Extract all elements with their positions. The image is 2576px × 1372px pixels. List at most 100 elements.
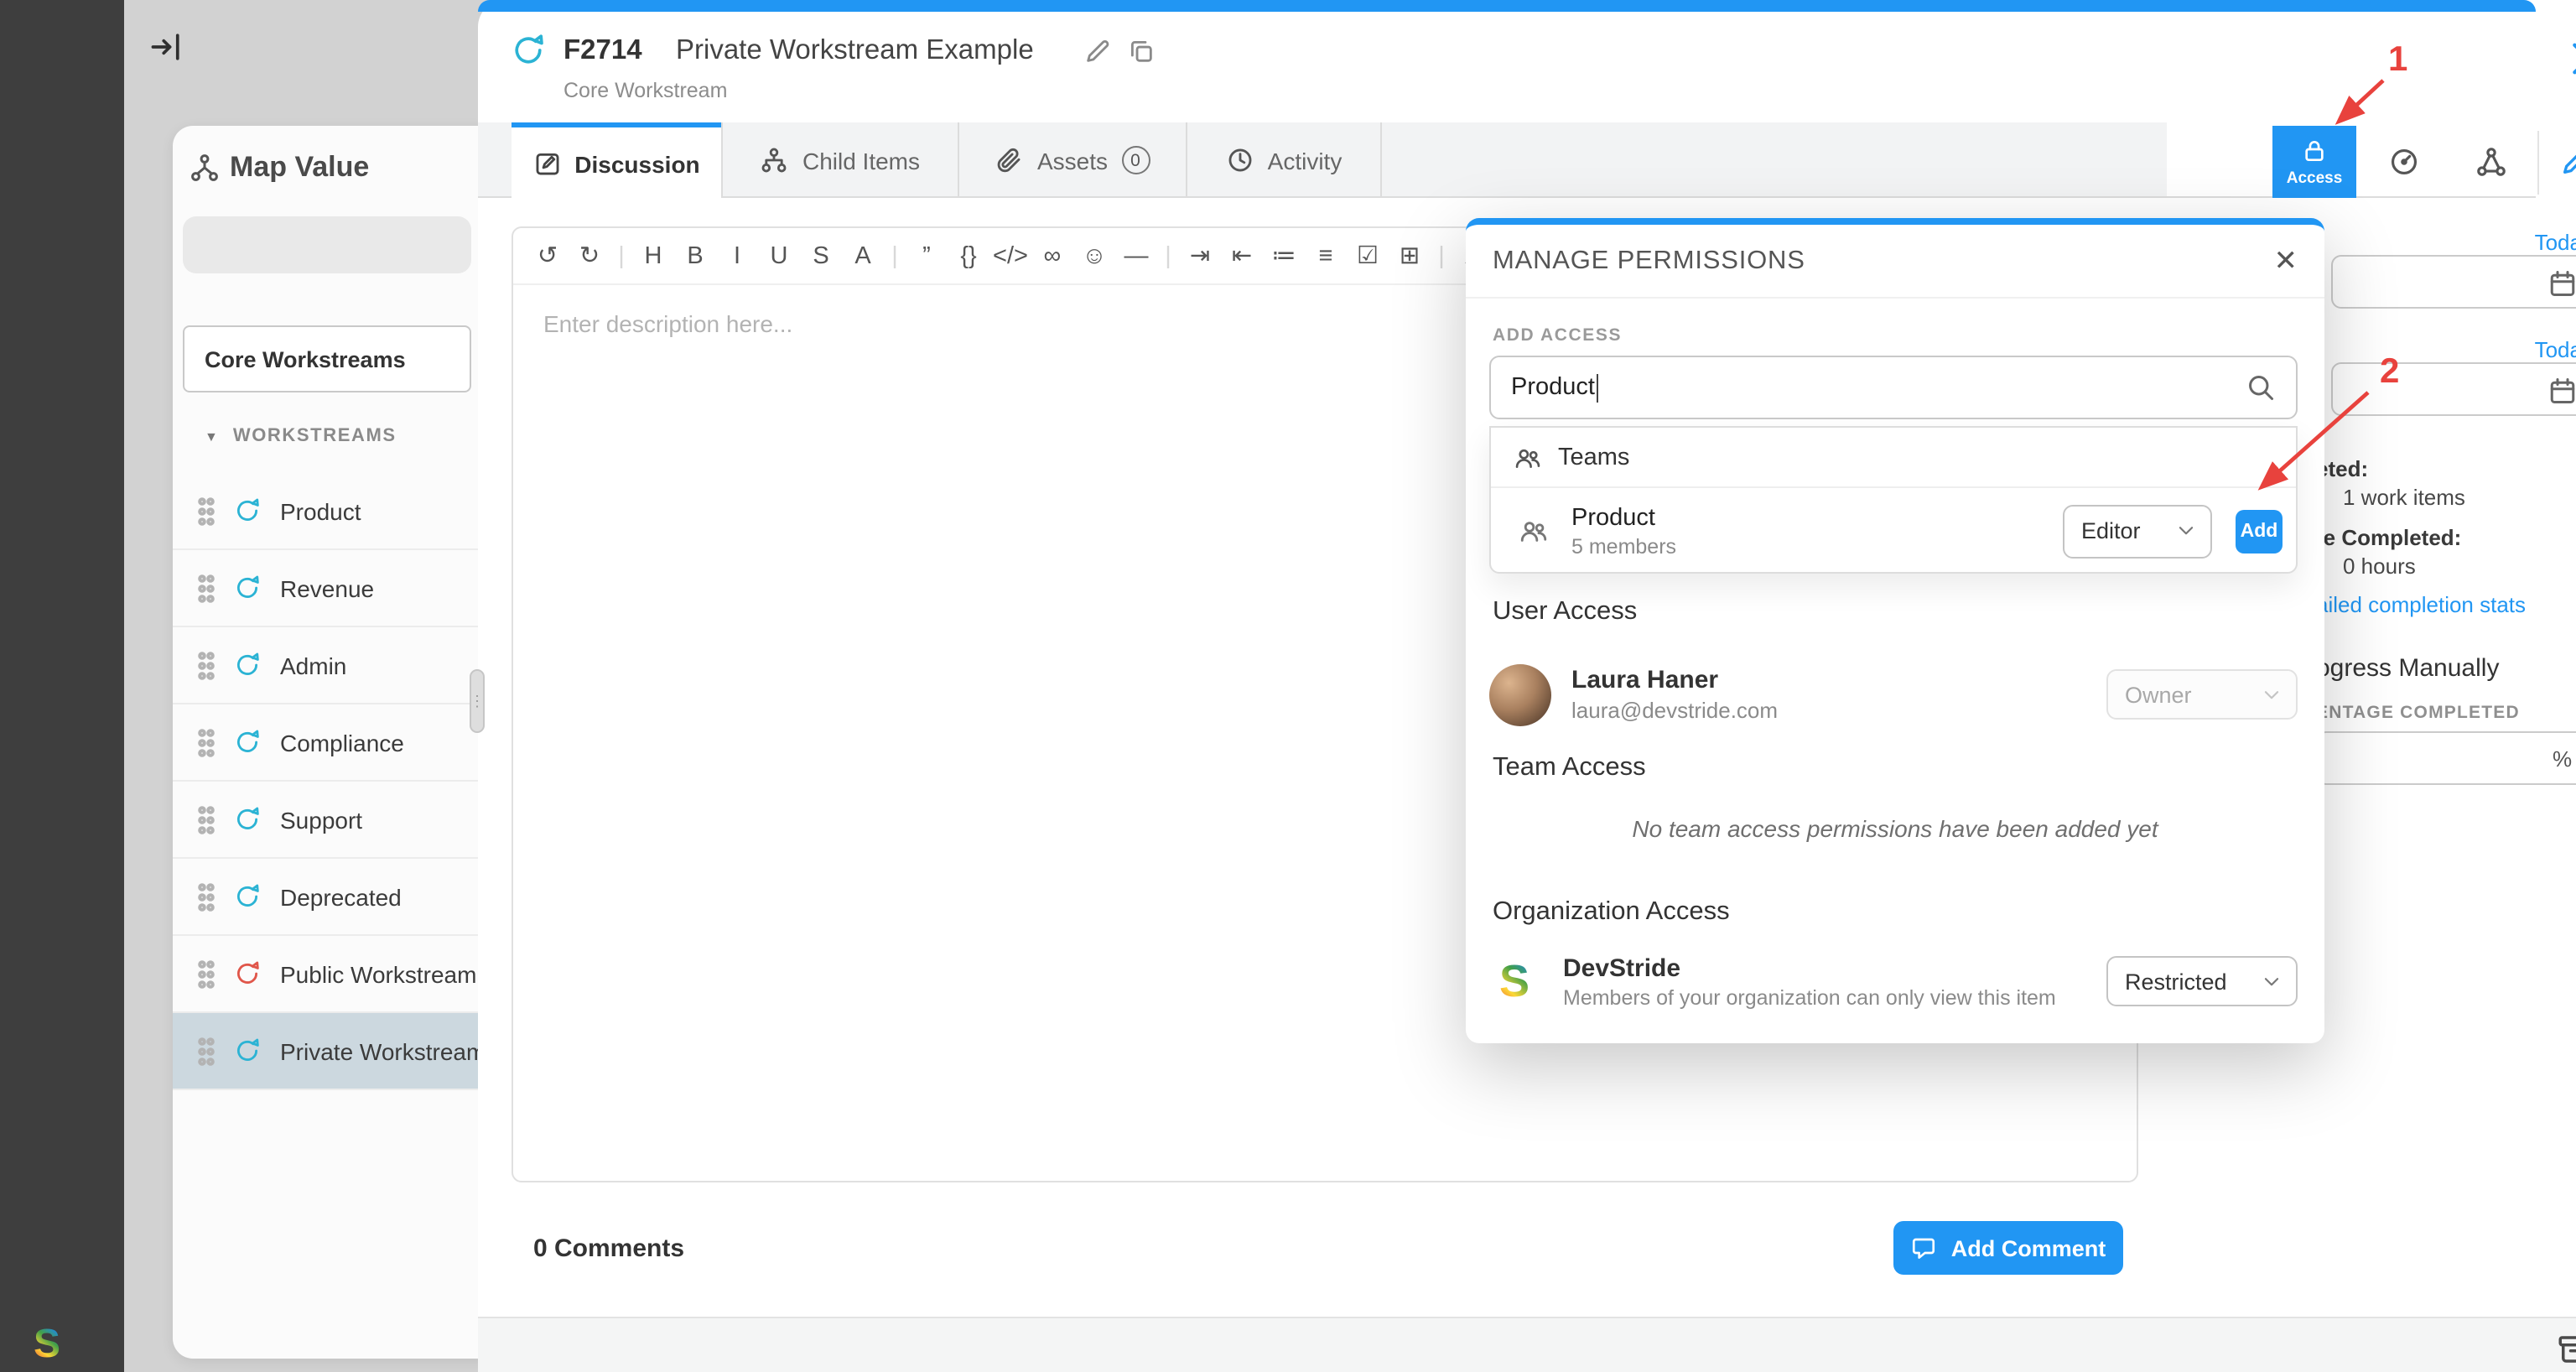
toolbar-icon[interactable]: {} — [948, 227, 989, 284]
date-input-1[interactable] — [2331, 255, 2576, 309]
comments-count: 0 Comments — [533, 1234, 684, 1263]
toolbar-icon[interactable]: A — [842, 227, 884, 284]
text-cursor — [1597, 373, 1599, 402]
calendar-icon[interactable] — [2547, 268, 2576, 299]
workstream-icon — [233, 496, 262, 525]
date-input-2[interactable] — [2331, 362, 2576, 416]
toolbar-icon[interactable]: ∞ — [1031, 227, 1073, 284]
workstream-item[interactable]: Compliance — [173, 704, 500, 782]
edit-mode-button[interactable] — [2559, 144, 2576, 178]
toolbar-icon[interactable]: H — [632, 227, 674, 284]
drag-handle-icon[interactable] — [198, 727, 215, 757]
collapse-caret-icon: ▼ — [205, 429, 218, 444]
add-team-button[interactable]: Add — [2236, 509, 2283, 553]
progress-gauge-button[interactable] — [2361, 126, 2445, 198]
toolbar-icon[interactable]: | — [1157, 227, 1179, 284]
toolbar-icon[interactable]: ↺ — [527, 227, 569, 284]
hierarchy-icon — [761, 146, 789, 174]
workstream-item[interactable]: Support — [173, 782, 500, 859]
workstream-item[interactable]: Public Workstream — [173, 936, 500, 1013]
tab-child-items[interactable]: Child Items — [723, 122, 958, 198]
set-today-link-1[interactable]: Today — [2472, 230, 2576, 255]
toolbar-icon[interactable]: ↻ — [569, 227, 610, 284]
workstream-label: Public Workstream — [280, 960, 476, 987]
item-type-icon — [510, 32, 547, 69]
toolbar-icon[interactable]: | — [610, 227, 632, 284]
toolbar-icon[interactable]: S — [800, 227, 842, 284]
item-code: F2714 — [564, 35, 642, 67]
people-icon — [1514, 444, 1541, 470]
toolbar-icon[interactable]: | — [884, 227, 906, 284]
toolbar-icon[interactable]: — — [1115, 227, 1157, 284]
workstream-label: Deprecated — [280, 883, 402, 910]
workstream-label: Admin — [280, 652, 346, 678]
access-button-label: Access — [2287, 169, 2343, 187]
toolbar-icon[interactable]: ⇤ — [1221, 227, 1263, 284]
toolbar-icon[interactable]: ⇥ — [1179, 227, 1221, 284]
lock-icon — [2301, 137, 2328, 164]
toolbar-icon[interactable]: </> — [989, 227, 1031, 284]
tab-assets[interactable]: Assets 0 — [959, 122, 1186, 198]
workstream-item[interactable]: Admin — [173, 627, 500, 704]
add-comment-button[interactable]: Add Comment — [1893, 1221, 2123, 1275]
tab-divider — [1380, 122, 1382, 198]
toolbar-divider — [2537, 131, 2539, 195]
sidebar-search-input[interactable] — [183, 216, 471, 273]
team-result-row[interactable]: Product 5 members Editor Add — [1491, 488, 2296, 574]
workstream-item[interactable]: Private Workstream — [173, 1013, 500, 1090]
close-button[interactable]: ✕ — [2274, 244, 2298, 278]
chevron-right-icon — [2559, 37, 2576, 81]
toolbar-icon[interactable]: I — [716, 227, 758, 284]
map-value-panel: Map Value Core Workstreams ▼ WORKSTREAMS… — [173, 126, 500, 1359]
workstreams-section-header[interactable]: ▼ WORKSTREAMS — [183, 411, 485, 461]
drag-handle-icon[interactable] — [198, 496, 215, 526]
workstream-item[interactable]: Revenue — [173, 550, 500, 627]
set-today-link-2[interactable]: Today — [2472, 337, 2576, 362]
chevron-down-icon — [2261, 970, 2283, 992]
completion-stats-link-fragment[interactable]: ailed completion stats — [2316, 592, 2526, 617]
user-role-value: Owner — [2125, 682, 2192, 707]
tab-activity[interactable]: Activity — [1187, 122, 1380, 198]
left-rail: S — [0, 0, 124, 1372]
toolbar-icon[interactable]: ≡ — [1305, 227, 1347, 284]
expand-right-panel-button[interactable] — [2559, 37, 2576, 81]
drag-handle-icon[interactable] — [198, 959, 215, 989]
workstream-group-box[interactable]: Core Workstreams — [183, 325, 471, 392]
drag-handle-icon[interactable] — [198, 804, 215, 834]
network-icon — [2475, 146, 2506, 178]
devstride-logo: S — [1489, 959, 1540, 1004]
copy-item-button[interactable] — [1127, 37, 1156, 65]
copy-icon — [1127, 37, 1156, 65]
organization-role-select[interactable]: Restricted — [2106, 956, 2298, 1006]
drag-handle-icon[interactable] — [198, 650, 215, 680]
toolbar-icon[interactable]: | — [1431, 227, 1452, 284]
relationships-button[interactable] — [2449, 126, 2532, 198]
panel-resize-handle[interactable]: ⋮ — [470, 669, 485, 733]
workstream-label: Compliance — [280, 729, 404, 756]
toolbar-icon[interactable]: ☺ — [1073, 227, 1115, 284]
drag-handle-icon[interactable] — [198, 573, 215, 603]
access-search-input[interactable]: Product — [1489, 356, 2298, 419]
toolbar-icon[interactable]: ⊞ — [1389, 227, 1431, 284]
team-access-empty-text: No team access permissions have been add… — [1466, 815, 2324, 842]
sidebar-expand-button[interactable] — [148, 27, 188, 67]
toolbar-icon[interactable]: ☑ — [1347, 227, 1389, 284]
drag-handle-icon[interactable] — [198, 1036, 215, 1066]
access-button[interactable]: Access — [2272, 126, 2356, 198]
edit-title-button[interactable] — [1083, 37, 1112, 65]
toolbar-icon[interactable]: ≔ — [1263, 227, 1305, 284]
calendar-icon[interactable] — [2547, 376, 2576, 406]
archive-button[interactable] — [2556, 1332, 2576, 1367]
toolbar-icon[interactable]: B — [674, 227, 716, 284]
editor-placeholder: Enter description here... — [543, 310, 792, 337]
tab-discussion[interactable]: Discussion — [512, 122, 721, 200]
team-role-select[interactable]: Editor — [2063, 504, 2212, 558]
workstream-item[interactable]: Deprecated — [173, 859, 500, 936]
team-role-value: Editor — [2081, 518, 2141, 543]
toolbar-icon[interactable]: U — [758, 227, 800, 284]
percentage-input[interactable]: % — [2316, 731, 2576, 785]
workstream-icon — [233, 1037, 262, 1065]
toolbar-icon[interactable]: ” — [906, 227, 948, 284]
drag-handle-icon[interactable] — [198, 881, 215, 912]
workstream-item[interactable]: Product — [173, 473, 500, 550]
